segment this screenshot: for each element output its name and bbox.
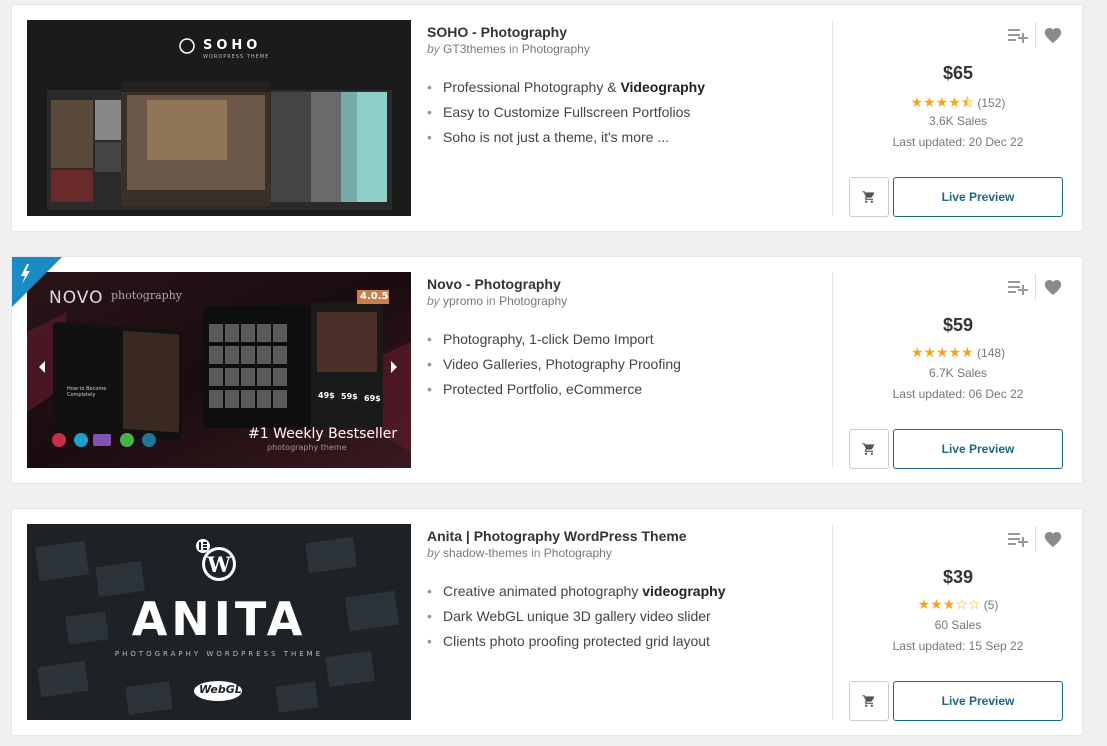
- by-label: by: [427, 294, 440, 308]
- thumb-brand: SOHO: [203, 38, 262, 53]
- review-count: (5): [983, 598, 999, 612]
- sales-count: 3.6K Sales: [928, 114, 988, 128]
- cart-icon: [862, 695, 875, 707]
- feature-list: Professional Photography & Videography E…: [427, 75, 827, 150]
- thumbnail-soho[interactable]: SOHO WORDPRESS THEME: [27, 20, 411, 216]
- category-link[interactable]: Photography: [522, 42, 590, 56]
- last-updated: Last updated: 20 Dec 22: [892, 135, 1024, 149]
- purchase-panel: $39 ★★★☆☆ (5) 60 Sales Last updated: 15 …: [833, 509, 1083, 737]
- thumb-price-3: 69$: [364, 394, 381, 403]
- item-byline: by shadow-themes in Photography: [427, 546, 827, 560]
- by-label: by: [427, 546, 440, 560]
- feature-item: Professional Photography & Videography: [427, 75, 827, 100]
- by-label: by: [427, 42, 440, 56]
- cart-icon: [862, 443, 875, 455]
- thumbnail-novo[interactable]: NOVO photography 4.0.5 How to Become Com…: [27, 272, 411, 468]
- favorite-heart-icon[interactable]: [1039, 21, 1067, 49]
- icon-separator: [1035, 22, 1036, 48]
- feature-item: Protected Portfolio, eCommerce: [427, 377, 827, 402]
- live-preview-button[interactable]: Live Preview: [893, 177, 1063, 217]
- sales-count: 6.7K Sales: [928, 366, 988, 380]
- in-label: in: [509, 42, 519, 56]
- favorite-heart-icon[interactable]: [1039, 525, 1067, 553]
- item-card-anita: W ANITA PHOTOGRAPHY WORDPRESS THEME WebG…: [11, 508, 1083, 736]
- thumb-tag: #1 Weekly Bestseller: [248, 426, 398, 442]
- in-label: in: [531, 546, 541, 560]
- last-updated: Last updated: 15 Sep 22: [892, 639, 1024, 653]
- add-to-cart-button[interactable]: [849, 429, 889, 469]
- thumb-version: 4.0.5: [360, 291, 389, 302]
- star-rating-icon: ★★★☆☆: [917, 596, 981, 612]
- add-to-collection-icon[interactable]: [1004, 525, 1032, 553]
- feature-item: Soho is not just a theme, it's more ...: [427, 125, 827, 150]
- feature-list: Creative animated photography videograph…: [427, 579, 827, 654]
- svg-text:W: W: [206, 552, 231, 577]
- item-card-soho: SOHO WORDPRESS THEME SOHO - Photography …: [11, 4, 1083, 232]
- author-link[interactable]: shadow-themes: [443, 546, 528, 560]
- feature-item: Dark WebGL unique 3D gallery video slide…: [427, 604, 827, 629]
- price: $59: [942, 315, 974, 335]
- item-card-novo: NOVO photography 4.0.5 How to Become Com…: [11, 256, 1083, 484]
- price: $65: [942, 63, 974, 83]
- purchase-panel: $65 ★★★★⯪ (152) 3.6K Sales Last updated:…: [833, 5, 1083, 233]
- feature-item: Creative animated photography videograph…: [427, 579, 827, 604]
- author-link[interactable]: GT3themes: [443, 42, 506, 56]
- add-to-collection-icon[interactable]: [1004, 21, 1032, 49]
- icon-separator: [1035, 274, 1036, 300]
- thumb-badge: WebGL: [199, 683, 242, 696]
- thumb-brand-sub: photography: [111, 289, 182, 302]
- rating: ★★★★⯪ (152): [833, 92, 1083, 116]
- category-link[interactable]: Photography: [544, 546, 612, 560]
- thumb-sub: WORDPRESS THEME: [203, 54, 270, 60]
- add-to-cart-button[interactable]: [849, 681, 889, 721]
- cart-icon: [862, 191, 875, 203]
- review-count: (148): [977, 346, 1006, 360]
- thumbnail-anita[interactable]: W ANITA PHOTOGRAPHY WORDPRESS THEME WebG…: [27, 524, 411, 720]
- rating: ★★★☆☆ (5): [833, 596, 1083, 613]
- review-count: (152): [977, 96, 1006, 110]
- last-updated: Last updated: 06 Dec 22: [892, 387, 1024, 401]
- item-byline: by ypromo in Photography: [427, 294, 827, 308]
- thumb-price-1: 49$: [318, 391, 335, 400]
- favorite-heart-icon[interactable]: [1039, 273, 1067, 301]
- thumb-tag-sub: photography theme: [267, 443, 347, 452]
- sales-count: 60 Sales: [934, 618, 982, 632]
- thumb-brand: ANITA: [131, 592, 307, 646]
- feature-item: Easy to Customize Fullscreen Portfolios: [427, 100, 827, 125]
- feature-list: Photography, 1-click Demo Import Video G…: [427, 327, 827, 402]
- feature-item: Video Galleries, Photography Proofing: [427, 352, 827, 377]
- thumb-line2: Completely: [67, 392, 96, 398]
- feature-item: Clients photo proofing protected grid la…: [427, 629, 827, 654]
- item-title[interactable]: Novo - Photography: [427, 275, 827, 293]
- thumb-price-2: 59$: [341, 392, 358, 401]
- item-title[interactable]: Anita | Photography WordPress Theme: [427, 527, 827, 545]
- feature-item: Photography, 1-click Demo Import: [427, 327, 827, 352]
- star-rating-icon: ★★★★⯪: [910, 94, 975, 110]
- category-link[interactable]: Photography: [499, 294, 567, 308]
- live-preview-button[interactable]: Live Preview: [893, 681, 1063, 721]
- in-label: in: [486, 294, 496, 308]
- item-byline: by GT3themes in Photography: [427, 42, 827, 56]
- purchase-panel: $59 ★★★★★ (148) 6.7K Sales Last updated:…: [833, 257, 1083, 485]
- price: $39: [942, 567, 974, 587]
- add-to-cart-button[interactable]: [849, 177, 889, 217]
- icon-separator: [1035, 526, 1036, 552]
- author-link[interactable]: ypromo: [443, 294, 483, 308]
- item-title[interactable]: SOHO - Photography: [427, 23, 827, 41]
- rating: ★★★★★ (148): [833, 344, 1083, 361]
- live-preview-button[interactable]: Live Preview: [893, 429, 1063, 469]
- star-rating-icon: ★★★★★: [910, 344, 974, 360]
- thumb-sub: PHOTOGRAPHY WORDPRESS THEME: [114, 650, 324, 658]
- featured-badge: [12, 257, 62, 307]
- add-to-collection-icon[interactable]: [1004, 273, 1032, 301]
